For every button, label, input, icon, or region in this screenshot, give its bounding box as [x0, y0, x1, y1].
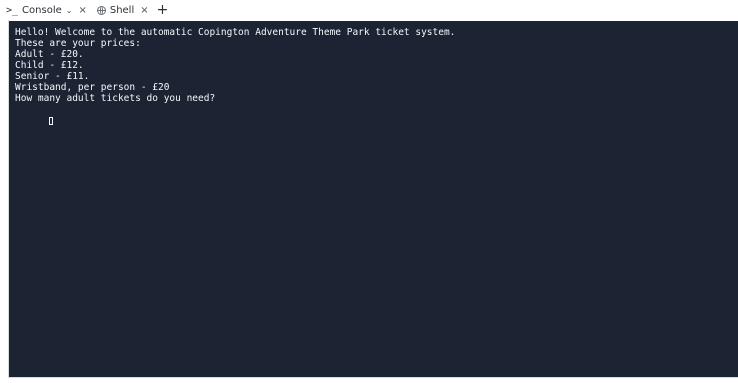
- close-icon[interactable]: ×: [76, 5, 88, 16]
- console-line: Wristband, per person - £20: [15, 82, 170, 93]
- console-line: Hello! Welcome to the automatic Copingto…: [15, 27, 456, 38]
- workspace: >_ Console ⌄ × Shell × + Hello! Welcome …: [0, 0, 738, 383]
- tab-console[interactable]: >_ Console ⌄ ×: [2, 0, 93, 20]
- terminal-prompt-icon: >_: [6, 4, 19, 16]
- console-line: Child - £12.: [15, 60, 84, 71]
- close-icon[interactable]: ×: [138, 5, 150, 16]
- console-line: How many adult tickets do you need?: [15, 93, 216, 104]
- console-output[interactable]: Hello! Welcome to the automatic Copingto…: [9, 21, 738, 377]
- tab-console-label: Console: [22, 4, 62, 16]
- tab-bar: >_ Console ⌄ × Shell × +: [0, 0, 738, 20]
- console-input-line[interactable]: [15, 104, 738, 125]
- console-line: Senior - £11.: [15, 71, 90, 82]
- console-line: These are your prices:: [15, 38, 141, 49]
- text-cursor: [49, 117, 54, 125]
- shell-globe-icon: [96, 5, 106, 15]
- tab-shell-label: Shell: [109, 4, 135, 16]
- plus-icon[interactable]: +: [157, 3, 169, 17]
- chevron-down-icon[interactable]: ⌄: [66, 6, 73, 15]
- console-line: Adult - £20.: [15, 49, 84, 60]
- tab-shell[interactable]: Shell ×: [93, 0, 155, 20]
- bottom-strip: [0, 378, 738, 383]
